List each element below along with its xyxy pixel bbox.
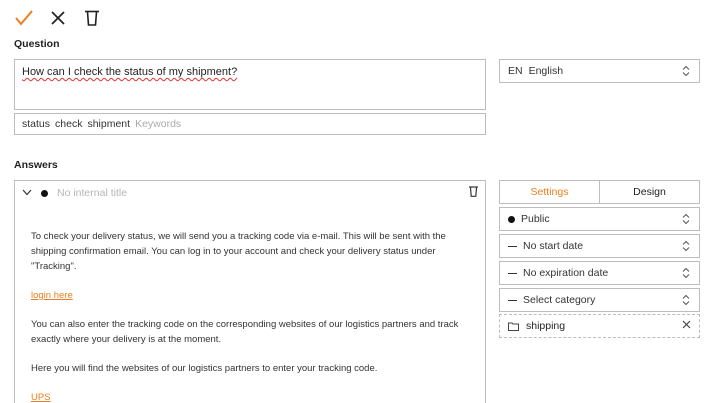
ups-link[interactable]: UPS: [31, 392, 51, 403]
question-text: How can I check the status of my shipmen…: [22, 66, 238, 78]
expiration-date-value: No expiration date: [523, 267, 609, 279]
status-dot-icon: [41, 189, 48, 197]
dash-icon: [508, 299, 517, 301]
answer-title-input[interactable]: No internal title: [57, 187, 460, 199]
dash-icon: [508, 245, 517, 247]
question-label: Question: [14, 38, 60, 50]
updown-icon: [681, 64, 691, 78]
answer-card: No internal title To check your delivery…: [14, 180, 486, 403]
updown-icon: [681, 266, 691, 280]
language-select[interactable]: EN English: [499, 59, 700, 83]
updown-icon: [681, 239, 691, 253]
start-date-select[interactable]: No start date: [499, 234, 700, 258]
visibility-select[interactable]: Public: [499, 207, 700, 231]
start-date-value: No start date: [523, 240, 584, 252]
language-code: EN: [508, 65, 523, 77]
answer-paragraph: You can also enter the tracking code on …: [31, 319, 459, 345]
keyword-chip[interactable]: shipment: [87, 118, 130, 130]
answer-paragraph: Here you will find the websites of our l…: [31, 363, 378, 374]
chevron-down-icon[interactable]: [22, 187, 32, 199]
category-select[interactable]: Select category: [499, 288, 700, 312]
category-chip: shipping: [499, 314, 700, 338]
visibility-value: Public: [521, 213, 550, 225]
delete-button[interactable]: [82, 8, 102, 28]
remove-category-button[interactable]: [682, 320, 691, 332]
category-value: shipping: [526, 320, 566, 332]
keyword-chip[interactable]: status: [22, 118, 50, 130]
updown-icon: [681, 212, 691, 226]
keyword-chip[interactable]: check: [55, 118, 82, 130]
settings-tabs: Settings Design: [499, 180, 700, 204]
folder-icon: [508, 322, 519, 331]
check-icon: [15, 10, 33, 26]
trash-icon: [85, 10, 99, 26]
answers-label: Answers: [14, 159, 58, 171]
trash-icon[interactable]: [469, 186, 478, 200]
keywords-placeholder: Keywords: [135, 118, 182, 130]
login-link[interactable]: login here: [31, 290, 73, 301]
tab-settings[interactable]: Settings: [500, 181, 600, 203]
close-icon: [682, 320, 691, 329]
dash-icon: [508, 272, 517, 274]
close-button[interactable]: [48, 8, 68, 28]
answer-paragraph: To check your delivery status, we will s…: [31, 231, 446, 272]
toolbar: [14, 8, 102, 28]
question-input[interactable]: How can I check the status of my shipmen…: [14, 59, 486, 110]
answer-header: No internal title: [15, 181, 485, 205]
answer-editor[interactable]: To check your delivery status, we will s…: [15, 205, 485, 403]
category-placeholder: Select category: [523, 294, 596, 306]
tab-design[interactable]: Design: [600, 181, 699, 203]
status-dot-icon: [508, 215, 515, 223]
updown-icon: [681, 293, 691, 307]
expiration-date-select[interactable]: No expiration date: [499, 261, 700, 285]
save-button[interactable]: [14, 8, 34, 28]
keywords-input[interactable]: status check shipment Keywords: [14, 113, 486, 135]
close-icon: [51, 11, 65, 25]
language-name: English: [528, 65, 564, 77]
